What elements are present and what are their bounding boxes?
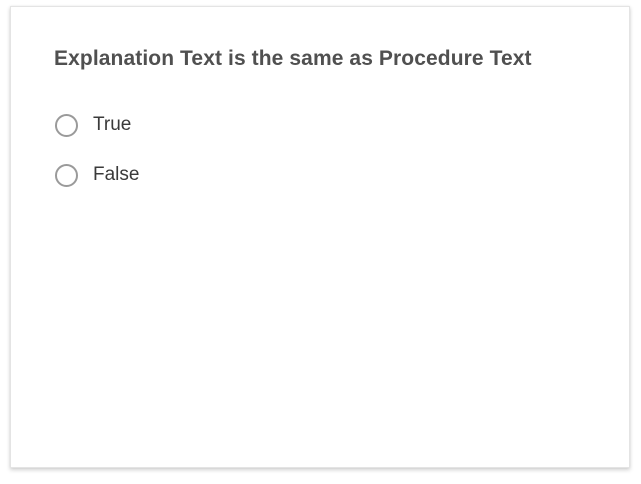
option-label-true: True [93, 114, 132, 135]
question-card: Explanation Text is the same as Procedur… [10, 6, 630, 468]
radio-button-true[interactable] [55, 113, 78, 137]
option-true[interactable]: True [55, 110, 139, 140]
option-false[interactable]: False [55, 160, 139, 190]
radio-button-false[interactable] [55, 163, 78, 187]
option-label-false: False [93, 164, 140, 185]
question-text: Explanation Text is the same as Procedur… [54, 47, 532, 70]
answer-options: True False [55, 110, 139, 210]
